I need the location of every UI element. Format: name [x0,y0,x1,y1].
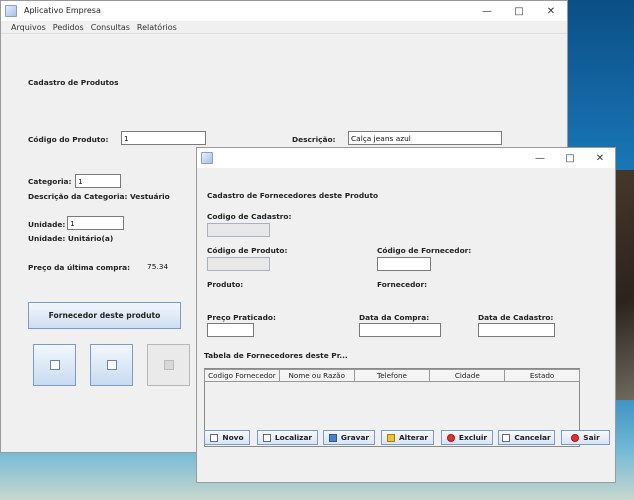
novo-label: Novo [222,433,244,442]
fornecedores-table-header: Codigo Fornecedor Nome ou Razão Telefone… [204,369,580,382]
tabela-fornecedores-title: Tabela de Fornecedores deste Pr... [204,351,348,360]
col-telefone[interactable]: Telefone [353,369,431,382]
fornecedores-section-title: Cadastro de Fornecedores deste Produto [207,191,379,200]
excluir-button[interactable]: Excluir [441,430,493,445]
gravar-label: Gravar [340,433,370,442]
cancelar-label: Cancelar [514,433,551,442]
new-document-icon [49,360,60,370]
close-icon[interactable]: ✕ [585,148,615,168]
search-icon [262,433,271,442]
minimize-icon[interactable]: — [471,1,503,21]
menu-relatorios[interactable]: Relatórios [137,21,177,33]
gravar-produto-button[interactable] [147,344,190,386]
preco-praticado-input[interactable] [207,323,254,337]
main-titlebar: Aplicativo Empresa — □ ✕ [1,1,567,21]
data-cadastro-label: Data de Cadastro: [478,313,554,322]
novo-produto-button[interactable] [33,344,76,386]
save-icon [328,433,337,442]
descricao-label: Descrição: [292,135,336,144]
codigo-produto-dialog-input [207,257,270,271]
save-icon [163,360,174,370]
search-document-icon [106,360,117,370]
menu-consultas[interactable]: Consultas [91,21,130,33]
maximize-icon[interactable]: □ [503,1,535,21]
close-icon[interactable]: ✕ [535,1,567,21]
cancel-icon [502,433,511,442]
codigo-cadastro-input [207,223,270,237]
main-window-title: Aplicativo Empresa [24,6,101,15]
categoria-input[interactable] [75,174,121,188]
unidade-input[interactable] [67,216,124,230]
col-codigo-fornecedor[interactable]: Codigo Fornecedor [204,369,280,382]
col-nome-razao[interactable]: Nome ou Razão [278,369,355,382]
delete-icon [446,433,455,442]
data-cadastro-input[interactable] [478,323,555,337]
codigo-produto-label: Código de Produto: [207,246,288,255]
sair-label: Sair [583,433,600,442]
gravar-button[interactable]: Gravar [323,430,375,445]
codigo-cadastro-label: Codigo de Cadastro: [207,212,292,221]
preco-ultima-compra-value [145,259,197,273]
codigo-produto-label: Código do Produto: [28,135,109,144]
java-app-icon [201,152,213,164]
cancelar-button[interactable]: Cancelar [498,430,555,445]
unidade-label: Unidade: [28,220,66,229]
fornecedor-produto-button[interactable]: Fornecedor deste produto [28,302,181,329]
codigo-fornecedor-input[interactable] [377,257,431,271]
java-app-icon [5,5,17,17]
new-icon [210,433,219,442]
edit-icon [386,433,395,442]
categoria-descricao: Descrição da Categoria: Vestuário [28,192,170,201]
produtos-section-title: Cadastro de Produtos [28,78,119,87]
excluir-label: Excluir [458,433,488,442]
col-estado[interactable]: Estado [504,369,580,382]
dialog-titlebar: — □ ✕ [197,148,615,168]
localizar-produto-button[interactable] [90,344,133,386]
data-compra-input[interactable] [359,323,441,337]
localizar-label: Localizar [274,433,313,442]
produto-label: Produto: [207,280,244,289]
categoria-label: Categoria: [28,177,72,186]
codigo-fornecedor-label: Código de Fornecedor: [377,246,472,255]
col-cidade[interactable]: Cidade [429,369,506,382]
menu-arquivos[interactable]: Arquivos [11,21,46,33]
data-compra-label: Data da Compra: [359,313,430,322]
preco-praticado-label: Preço Praticado: [207,313,276,322]
alterar-label: Alterar [398,433,429,442]
exit-icon [571,433,580,442]
codigo-produto-input[interactable] [121,131,206,145]
sair-button[interactable]: Sair [561,430,610,445]
alterar-button[interactable]: Alterar [381,430,434,445]
unidade-descricao: Unidade: Unitário(a) [28,234,114,243]
menu-pedidos[interactable]: Pedidos [53,21,84,33]
descricao-input[interactable] [348,131,502,145]
menubar: Arquivos Pedidos Consultas Relatórios [1,21,567,34]
minimize-icon[interactable]: — [525,148,555,168]
localizar-button[interactable]: Localizar [257,430,318,445]
novo-button[interactable]: Novo [204,430,250,445]
preco-ultima-compra-label: Preço da última compra: [28,263,131,272]
fornecedor-label: Fornecedor: [377,280,428,289]
maximize-icon[interactable]: □ [555,148,585,168]
